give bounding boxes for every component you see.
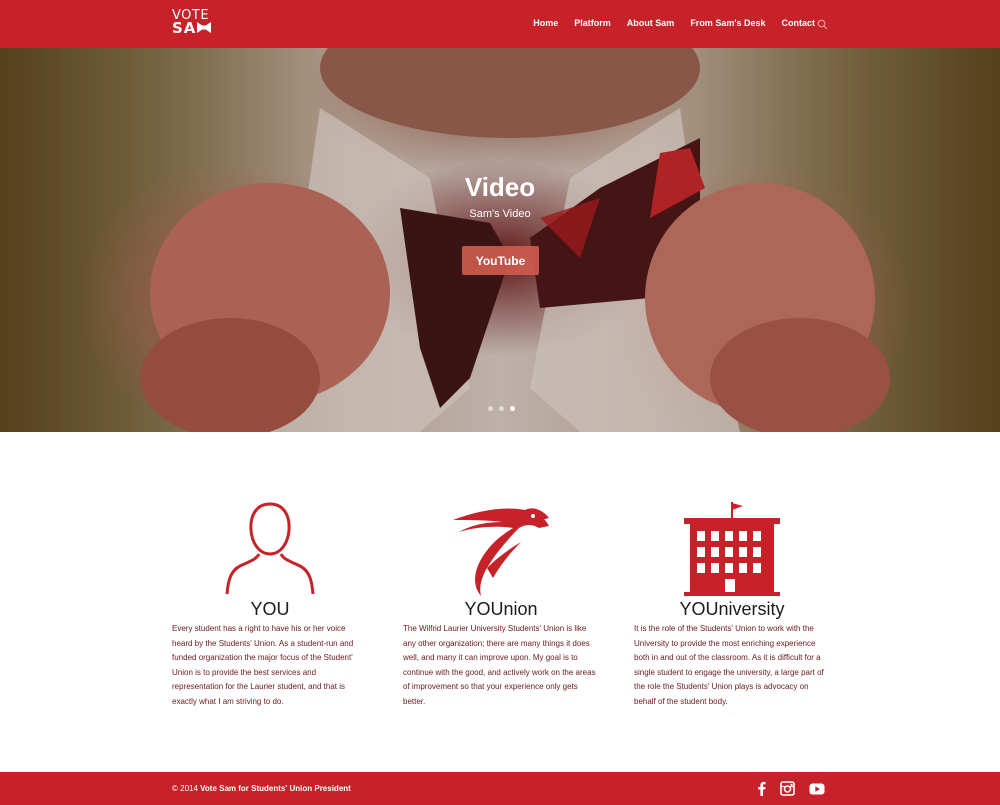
main-nav: Home Platform About Sam From Sam's Desk … bbox=[517, 18, 815, 28]
column-you: YOU Every student has a right to have hi… bbox=[172, 478, 368, 710]
nav-from-sams-desk[interactable]: From Sam's Desk bbox=[690, 18, 765, 28]
youtube-icon[interactable] bbox=[809, 782, 825, 800]
social-links bbox=[757, 781, 825, 801]
nav-about-sam[interactable]: About Sam bbox=[627, 18, 675, 28]
building-icon bbox=[634, 478, 830, 598]
hero-overlay bbox=[0, 48, 1000, 432]
column-title: YOUniversity bbox=[679, 599, 785, 619]
column-title: YOU bbox=[250, 599, 290, 619]
column-youniversity: YOUniversity It is the role of the Stude… bbox=[634, 478, 830, 710]
nav-home[interactable]: Home bbox=[533, 18, 558, 28]
hawk-icon bbox=[403, 478, 599, 598]
column-title: YOUnion bbox=[464, 599, 538, 619]
column-text: Every student has a right to have his or… bbox=[172, 624, 354, 706]
logo-line-2-text: SA bbox=[172, 19, 197, 37]
youtube-button[interactable]: YouTube bbox=[462, 246, 539, 275]
slider-dot-2[interactable] bbox=[499, 406, 504, 411]
column-text: It is the role of the Students' Union to… bbox=[634, 624, 824, 706]
hero-subtitle: Sam's Video bbox=[469, 208, 531, 220]
logo-line-2: SA bbox=[172, 19, 212, 37]
slider-dot-1[interactable] bbox=[488, 406, 493, 411]
column-text: The Wilfrid Laurier University Students'… bbox=[403, 624, 596, 706]
person-icon bbox=[172, 478, 368, 598]
footer-copyright: © 2014 bbox=[172, 784, 198, 793]
facebook-icon[interactable] bbox=[757, 781, 766, 801]
instagram-icon[interactable] bbox=[780, 781, 795, 801]
site-header: VOTE SA Home Platform About Sam From Sam… bbox=[0, 0, 1000, 48]
footer-site-name[interactable]: Vote Sam for Students' Union President bbox=[200, 784, 351, 793]
slider-dot-3[interactable] bbox=[510, 406, 515, 411]
footer-credit: © 2014 Vote Sam for Students' Union Pres… bbox=[172, 784, 351, 793]
search-icon[interactable] bbox=[817, 17, 828, 35]
site-logo[interactable]: VOTE SA bbox=[172, 9, 212, 37]
nav-contact[interactable]: Contact bbox=[782, 18, 816, 28]
slider-dots bbox=[488, 406, 515, 411]
hero-title: Video bbox=[464, 172, 536, 202]
column-younion: YOUnion The Wilfrid Laurier University S… bbox=[403, 478, 599, 710]
site-footer: © 2014 Vote Sam for Students' Union Pres… bbox=[0, 772, 1000, 805]
hero-slider: Video Sam's Video YouTube bbox=[0, 48, 1000, 432]
bowtie-icon bbox=[197, 22, 212, 35]
nav-platform[interactable]: Platform bbox=[574, 18, 611, 28]
